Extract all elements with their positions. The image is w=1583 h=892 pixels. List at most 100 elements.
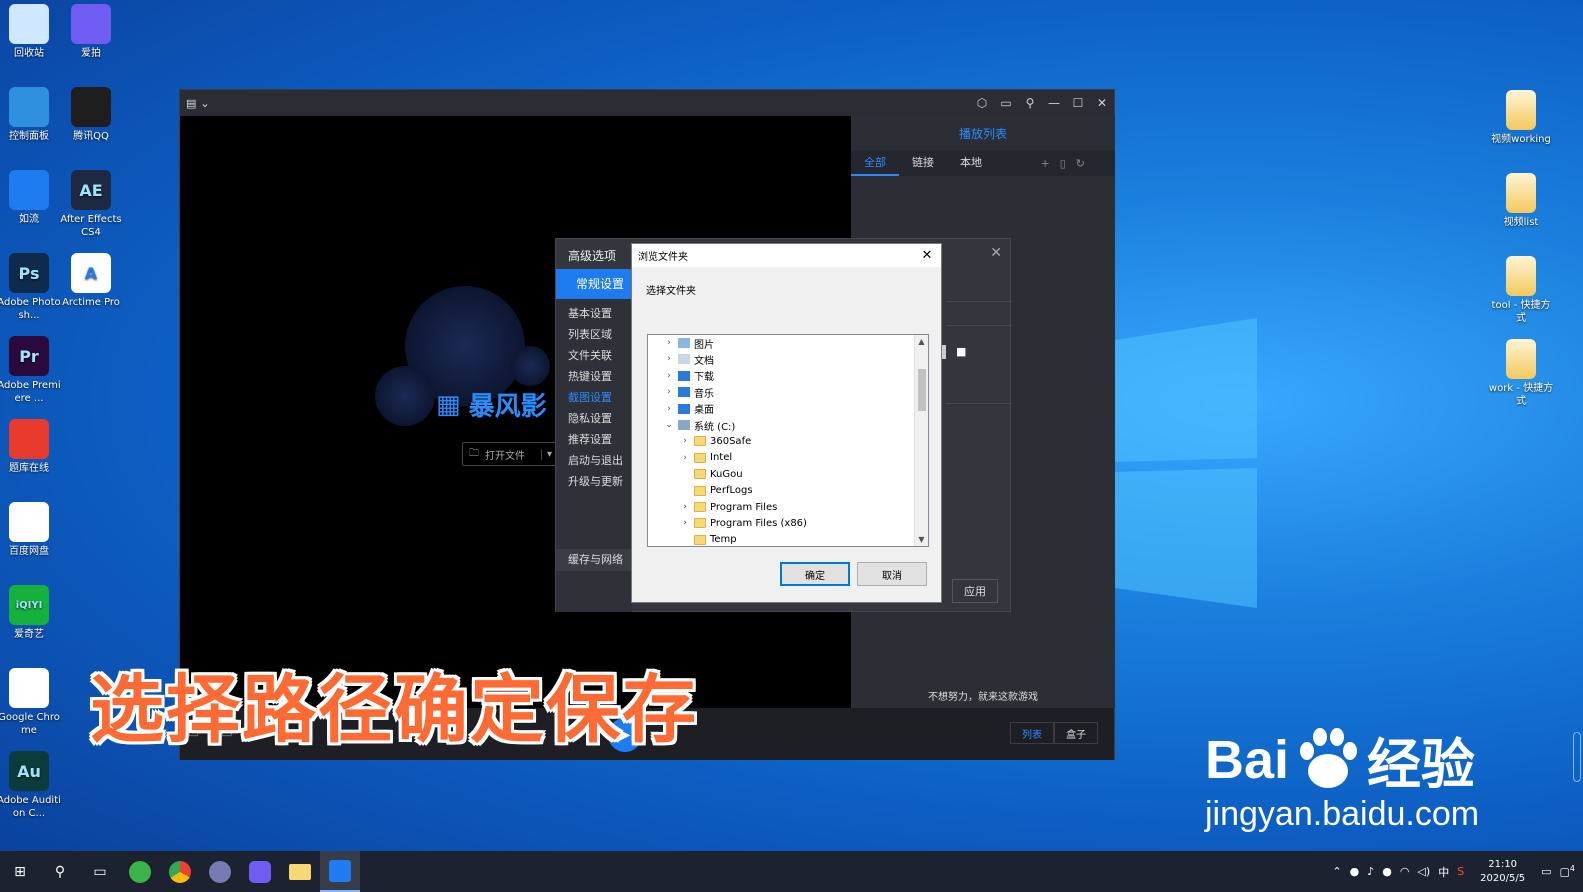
advanced-sidebar-item[interactable]: 列表区域 (556, 324, 632, 345)
wifi-icon[interactable]: ◠ (1400, 865, 1410, 878)
notification-icon[interactable]: ▢4 (1560, 864, 1576, 879)
desktop-icon[interactable]: 视频list (1488, 173, 1554, 229)
taskbar-baofeng[interactable] (320, 851, 360, 892)
taskbar-php[interactable] (200, 851, 240, 892)
desktop-icon[interactable]: A Arctime Pro (59, 253, 123, 309)
desktop-icon[interactable]: tool - 快捷方式 (1488, 256, 1554, 325)
desktop-icon[interactable]: iQIYI 爱奇艺 (0, 585, 61, 641)
advanced-sidebar-item[interactable]: 隐私设置 (556, 408, 632, 429)
tree-node[interactable]: › 音乐 (664, 384, 714, 400)
speaker-icon[interactable]: ◁) (1417, 865, 1430, 878)
file-icon[interactable]: ▯ (1060, 157, 1066, 170)
expand-chevron-icon[interactable]: › (680, 502, 690, 512)
minimize-button[interactable]: — (1042, 90, 1066, 116)
advanced-sidebar-item[interactable]: 热键设置 (556, 366, 632, 387)
tree-node[interactable]: › Program Files (x86) (680, 515, 807, 531)
group-cache-network[interactable]: 缓存与网络 (556, 549, 632, 571)
advanced-sidebar-item[interactable]: 文件关联 (556, 345, 632, 366)
tree-node[interactable]: › 文档 (664, 351, 714, 367)
qq-tray-icon[interactable]: ● (1350, 865, 1360, 878)
desktop-icon[interactable]: Pr Adobe Premiere ... (0, 336, 61, 405)
tree-node[interactable]: › 桌面 (664, 401, 714, 417)
expand-chevron-icon[interactable]: ⌄ (664, 420, 674, 430)
desktop-icon[interactable]: 腾讯QQ (59, 87, 123, 143)
desktop-icon[interactable]: work - 快捷方式 (1488, 339, 1554, 408)
desktop-icon[interactable]: 回收站 (0, 4, 61, 60)
desktop-icon[interactable]: Google Chrome (0, 668, 61, 737)
expand-chevron-icon[interactable]: › (680, 518, 690, 528)
box-button[interactable]: 盒子 (1054, 722, 1098, 744)
tree-node[interactable]: › 下载 (664, 368, 714, 384)
advanced-sidebar-item[interactable]: 启动与退出 (556, 450, 632, 471)
tree-node[interactable]: KuGou (680, 466, 743, 482)
tree-node[interactable]: ⌄ 系统 (C:) (664, 417, 735, 433)
taskbar-aipai[interactable] (240, 851, 280, 892)
sogou-icon[interactable]: S (1457, 865, 1464, 878)
chevron-up-icon[interactable]: ⌃ (1332, 865, 1341, 878)
advanced-sidebar-item[interactable]: 基本设置 (556, 303, 632, 324)
scroll-thumb[interactable] (918, 369, 926, 411)
scroll-down-icon[interactable]: ▼ (915, 535, 928, 544)
close-button[interactable]: ✕ (1090, 90, 1114, 116)
playlist-ad-text[interactable]: 不想努力，就来这款游戏 (851, 688, 1115, 708)
add-icon[interactable]: + (1041, 157, 1050, 170)
close-button[interactable]: ✕ (913, 248, 941, 263)
maximize-button[interactable]: ☐ (1066, 90, 1090, 116)
taskbar-file-explorer[interactable] (280, 851, 320, 892)
microphone-icon[interactable]: ♪ (1367, 865, 1374, 878)
box-icon[interactable]: ⬡ (970, 90, 994, 116)
expand-chevron-icon[interactable]: › (680, 436, 690, 446)
tray-app-icon[interactable]: ● (1382, 865, 1392, 878)
desktop-icon[interactable]: Ps Adobe Photosh... (0, 253, 61, 322)
desktop-icon[interactable]: 如流 (0, 170, 61, 226)
expand-chevron-icon[interactable]: › (664, 404, 674, 414)
tree-node[interactable]: › 360Safe (680, 433, 751, 449)
scroll-up-icon[interactable]: ▲ (915, 337, 928, 346)
start-button[interactable]: ⊞ (0, 851, 40, 892)
expand-chevron-icon[interactable]: › (664, 387, 674, 397)
desktop-icon[interactable]: 爱拍 (59, 4, 123, 60)
expand-chevron-icon[interactable]: › (680, 453, 690, 463)
clock[interactable]: 21:10 2020/5/5 (1480, 858, 1525, 886)
main-menu-button[interactable]: ▤ ⌄ (186, 97, 210, 110)
advanced-sidebar-item[interactable]: 升级与更新 (556, 471, 632, 492)
taskbar-360-browser[interactable] (120, 851, 160, 892)
desktop-icon[interactable]: 百度网盘 (0, 502, 61, 558)
tree-node[interactable]: › Intel (680, 450, 732, 466)
task-view-icon[interactable]: ▭ (80, 851, 120, 892)
tab-link[interactable]: 链接 (899, 150, 947, 176)
expand-chevron-icon[interactable]: › (664, 371, 674, 381)
slider-handle[interactable] (942, 345, 946, 359)
ime-indicator[interactable]: 中 (1438, 864, 1449, 880)
notes-icon[interactable]: ▭ (1541, 865, 1551, 878)
tab-all[interactable]: 全部 (851, 150, 899, 176)
tree-node[interactable]: PerfLogs (680, 483, 753, 499)
open-file-button[interactable]: 🗀 打开文件 ▾ (462, 442, 558, 466)
close-icon[interactable]: ✕ (990, 245, 1002, 261)
expand-chevron-icon[interactable]: › (664, 354, 674, 364)
advanced-sidebar-item[interactable]: 推荐设置 (556, 429, 632, 450)
screen-icon[interactable]: ▭ (994, 90, 1018, 116)
folder-tree[interactable]: › 图片 › 文档 › 下载 › 音乐 › 桌面 ⌄ 系统 (C:) › 360Safe › Intel KuG… (647, 334, 929, 547)
desktop-icon[interactable]: Au Adobe Audition C... (0, 751, 61, 820)
ok-button[interactable]: 确定 (780, 562, 850, 586)
tree-node[interactable]: › Program Files (680, 499, 777, 515)
search-icon[interactable]: ⚲ (40, 851, 80, 892)
apply-button[interactable]: 应用 (952, 579, 998, 603)
group-general-settings[interactable]: 常规设置 (556, 269, 632, 299)
cancel-button[interactable]: 取消 (857, 562, 927, 586)
desktop-icon[interactable]: AE After Effects CS4 (59, 170, 123, 239)
tree-node[interactable]: › 图片 (664, 335, 714, 351)
desktop-icon[interactable]: 视频working (1488, 90, 1554, 146)
list-button[interactable]: 列表 (1010, 722, 1054, 744)
pin-icon[interactable]: ⚲ (1018, 90, 1042, 116)
taskbar-chrome[interactable] (160, 851, 200, 892)
tab-local[interactable]: 本地 (947, 150, 995, 176)
tree-scrollbar[interactable]: ▲ ▼ (914, 335, 928, 546)
refresh-icon[interactable]: ↻ (1076, 157, 1085, 170)
tree-node[interactable]: Temp (680, 532, 737, 546)
expand-chevron-icon[interactable]: › (664, 338, 674, 348)
folder-icon[interactable]: ■ (956, 345, 966, 358)
advanced-sidebar-item[interactable]: 截图设置 (556, 387, 632, 408)
desktop-icon[interactable]: 控制面板 (0, 87, 61, 143)
